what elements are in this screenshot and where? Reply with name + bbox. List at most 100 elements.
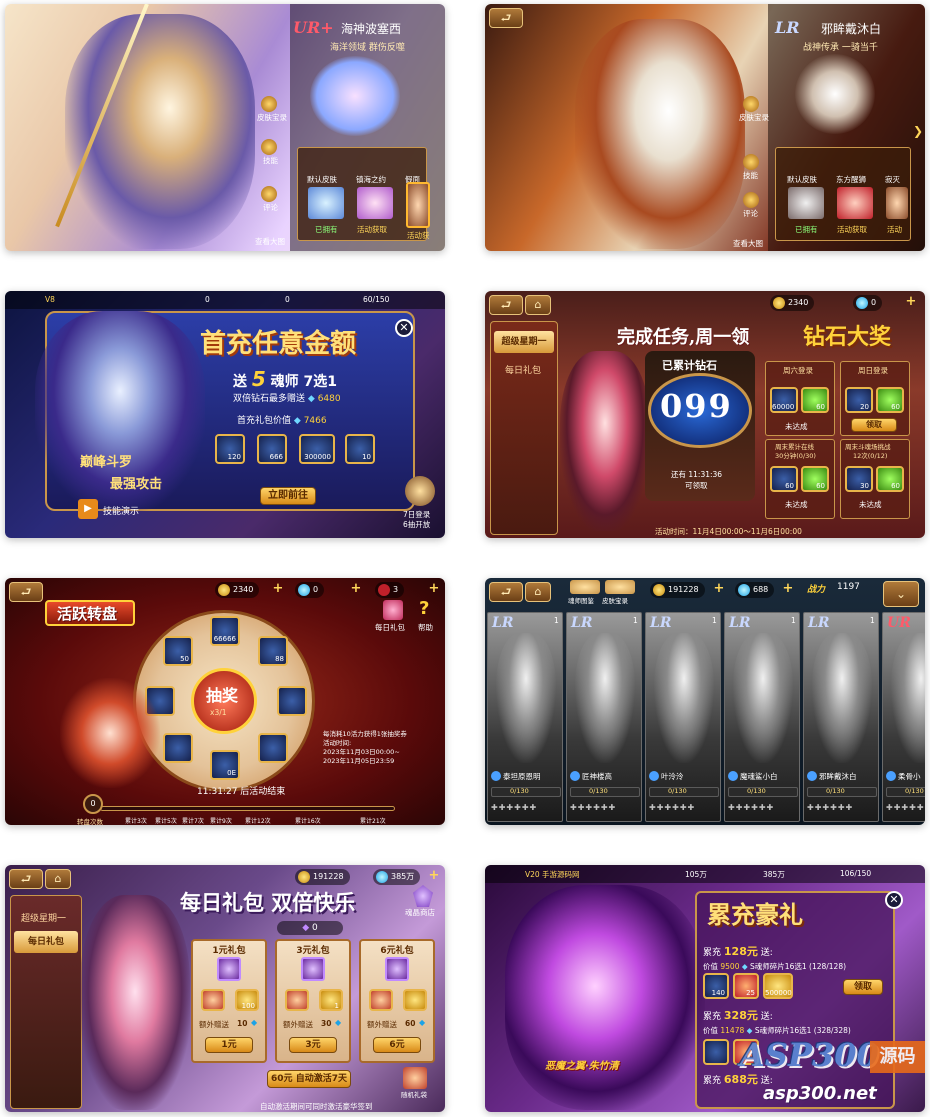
pack-item-2[interactable]: 1 <box>319 989 343 1011</box>
tab-hero-atlas-label[interactable]: 魂师图鉴 <box>568 595 594 605</box>
skin-thumb-1[interactable] <box>308 187 344 219</box>
reward-item-3[interactable]: 300000 <box>299 434 335 464</box>
pack-item-2[interactable]: 100 <box>235 989 259 1011</box>
add-diamond-button[interactable]: + <box>427 869 441 883</box>
skin-thumb-2[interactable] <box>837 187 873 219</box>
back-button[interactable]: ⮐ <box>9 582 43 602</box>
pack-item-1[interactable] <box>285 989 309 1011</box>
tier1-item-1[interactable]: 140 <box>703 973 729 999</box>
skill-demo-label[interactable]: 技能演示 <box>103 504 139 517</box>
hero-card[interactable]: LR 1 匠神楼高 0/130 ✚✚✚✚✚✚ <box>566 612 642 822</box>
tier1-item-3[interactable]: 500000 <box>763 973 793 999</box>
skin-book-icon[interactable] <box>743 96 759 112</box>
crystal-shop-icon[interactable] <box>413 885 433 907</box>
reward-item-1[interactable]: 120 <box>215 434 245 464</box>
tab-hero-atlas[interactable] <box>570 580 600 594</box>
hero-card[interactable]: UR 1 柔骨小 0/130 ✚✚✚✚✚✚ <box>882 612 925 822</box>
login-reward-icon[interactable] <box>405 476 435 506</box>
tab-skin-book-label[interactable]: 皮肤宝录 <box>602 595 628 605</box>
task3-item-1[interactable]: 60 <box>770 466 798 492</box>
add-diamond-button[interactable]: + <box>904 295 918 309</box>
comment-icon[interactable] <box>743 192 759 208</box>
gift-icon[interactable] <box>383 600 403 620</box>
back-button[interactable]: ⮐ <box>489 8 523 28</box>
activate-button[interactable]: 60元 自动激活7天 <box>267 1070 351 1088</box>
skin-thumb-3[interactable] <box>886 187 908 219</box>
hero-rarity-badge: UR <box>887 615 911 631</box>
skill-icon[interactable] <box>743 154 759 170</box>
tab-daily-gift[interactable]: 每日礼包 <box>505 363 541 376</box>
tier2-item-1[interactable] <box>703 1039 729 1065</box>
add-diamond-button[interactable]: + <box>781 582 795 596</box>
task1-item-2[interactable]: 60 <box>801 387 829 413</box>
skin-thumb-3[interactable] <box>406 182 430 228</box>
add-ticket-button[interactable]: + <box>427 582 441 596</box>
pack-item-1[interactable] <box>201 989 225 1011</box>
side-menu-skin-book[interactable]: 皮肤宝录 <box>739 112 769 123</box>
hero-card[interactable]: LR 1 泰坦原恩明 0/130 ✚✚✚✚✚✚ <box>487 612 563 822</box>
side-menu-view-art[interactable]: 查看大图 <box>733 238 763 249</box>
skill-icon[interactable] <box>261 139 277 155</box>
crystal-shop-label[interactable]: 魂晶商店 <box>405 907 435 918</box>
go-now-button[interactable]: 立即前往 <box>260 487 316 505</box>
buy-pack-button[interactable]: 3元 <box>289 1037 337 1053</box>
hero-name: 邪眸戴沐白 <box>821 22 882 36</box>
comment-icon[interactable] <box>261 186 277 202</box>
buy-pack-button[interactable]: 6元 <box>373 1037 421 1053</box>
random-gift-label[interactable]: 随机礼袋 <box>401 1089 427 1099</box>
hero-card[interactable]: LR 1 叶泠泠 0/130 ✚✚✚✚✚✚ <box>645 612 721 822</box>
play-icon[interactable]: ▶ <box>78 499 98 519</box>
add-diamond-button[interactable]: + <box>349 582 363 596</box>
tab-daily-gift[interactable]: 每日礼包 <box>14 931 78 953</box>
skin-thumb-2[interactable] <box>357 187 393 219</box>
next-arrow-icon[interactable]: ❯ <box>913 124 923 138</box>
side-menu-view-art[interactable]: 查看大图 <box>255 236 285 247</box>
side-menu-comment[interactable]: 评论 <box>743 208 758 219</box>
tab-super-monday[interactable]: 超级星期一 <box>21 911 66 924</box>
tier1-item-2[interactable]: 25 <box>733 973 759 999</box>
tab-skin-book[interactable] <box>605 580 635 594</box>
home-button[interactable]: ⌂ <box>525 582 551 602</box>
task4-item-1[interactable]: 30 <box>845 466 873 492</box>
home-button[interactable]: ⌂ <box>525 295 551 315</box>
help-label[interactable]: 帮助 <box>418 622 433 633</box>
add-gold-button[interactable]: + <box>712 582 726 596</box>
side-menu-comment[interactable]: 评论 <box>263 202 278 213</box>
help-icon[interactable]: ? <box>419 598 429 619</box>
hero-card[interactable]: LR 1 魔魂鲨小白 0/130 ✚✚✚✚✚✚ <box>724 612 800 822</box>
reward-item-4[interactable]: 10 <box>345 434 375 464</box>
dropdown-button[interactable]: ⌄ <box>883 581 919 607</box>
pack-item-1[interactable] <box>369 989 393 1011</box>
tier2-value-label: 价值 <box>703 1026 718 1035</box>
side-menu-skill[interactable]: 技能 <box>263 155 278 166</box>
task2-item-1[interactable]: 20 <box>845 387 873 413</box>
tab-super-monday[interactable]: 超级星期一 <box>494 331 554 353</box>
back-button[interactable]: ⮐ <box>489 582 523 602</box>
buy-pack-button[interactable]: 1元 <box>205 1037 253 1053</box>
side-menu-skill[interactable]: 技能 <box>743 170 758 181</box>
reward-item-2[interactable]: 666 <box>257 434 287 464</box>
claim-button[interactable]: 领取 <box>843 979 883 995</box>
spin-label[interactable]: 抽奖 <box>206 682 238 706</box>
side-menu-skin-book[interactable]: 皮肤宝录 <box>257 112 287 123</box>
back-button[interactable]: ⮐ <box>489 295 523 315</box>
skin-thumb-1[interactable] <box>788 187 824 219</box>
extra-label: 额外赠送 <box>283 1020 313 1029</box>
task2-item-2[interactable]: 60 <box>876 387 904 413</box>
add-gold-button[interactable]: + <box>271 582 285 596</box>
task1-item-1[interactable]: 60000 <box>770 387 798 413</box>
pack-title: 3元礼包 <box>296 946 330 956</box>
random-gift-icon[interactable] <box>403 1067 427 1089</box>
daily-gift-label[interactable]: 每日礼包 <box>375 622 405 633</box>
task4-item-2[interactable]: 60 <box>876 466 904 492</box>
hero-card[interactable]: LR 1 邪眸戴沐白 0/130 ✚✚✚✚✚✚ <box>803 612 879 822</box>
task3-item-2[interactable]: 60 <box>801 466 829 492</box>
pack-item-2[interactable] <box>403 989 427 1011</box>
task2-claim-button[interactable]: 领取 <box>851 418 897 432</box>
skin-book-icon[interactable] <box>261 96 277 112</box>
tier1-progress: (128/128) <box>809 962 847 971</box>
home-button[interactable]: ⌂ <box>45 869 71 889</box>
close-icon[interactable]: ✕ <box>395 319 413 337</box>
close-icon[interactable]: ✕ <box>885 891 903 909</box>
back-button[interactable]: ⮐ <box>9 869 43 889</box>
